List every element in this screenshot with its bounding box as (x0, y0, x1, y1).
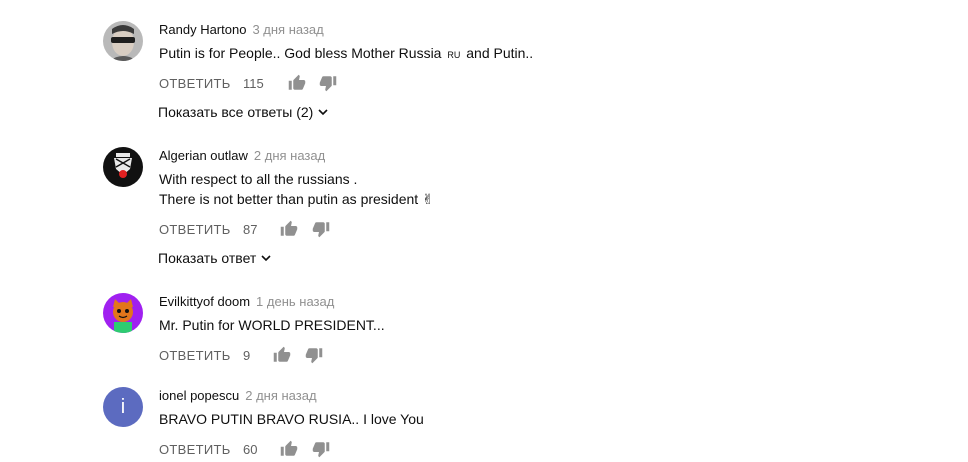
like-count: 87 (243, 222, 258, 237)
russia-flag-icon: RU (447, 50, 461, 60)
thumb-up-icon[interactable] (280, 440, 298, 458)
show-replies-button[interactable]: Показать ответ (158, 250, 271, 266)
reply-button[interactable]: ОТВЕТИТЬ (159, 76, 231, 91)
avatar[interactable] (103, 293, 143, 333)
comment-author[interactable]: ionel popescu (159, 388, 239, 403)
like-count: 60 (243, 442, 258, 457)
like-count: 115 (243, 76, 264, 91)
comment-header: Algerian outlaw 2 дня назад (159, 148, 325, 164)
reply-button[interactable]: ОТВЕТИТЬ (159, 222, 231, 237)
thumb-up-icon[interactable] (273, 346, 291, 364)
comment-author[interactable]: Algerian outlaw (159, 148, 248, 163)
avatar[interactable] (103, 21, 143, 61)
chevron-down-icon (318, 109, 328, 116)
chevron-down-icon (261, 255, 271, 262)
like-count: 9 (243, 348, 251, 363)
comment-text: With respect to all the russians . There… (159, 171, 434, 207)
comment-timestamp[interactable]: 2 дня назад (245, 388, 316, 403)
avatar[interactable] (103, 147, 143, 187)
comment-header: Randy Hartono 3 дня назад (159, 22, 324, 38)
thumb-down-icon[interactable] (312, 440, 330, 458)
thumb-down-icon[interactable] (319, 74, 337, 92)
comment-text: Putin is for People.. God bless Mother R… (159, 45, 534, 61)
comment-timestamp[interactable]: 3 дня назад (252, 22, 323, 37)
comment-timestamp[interactable]: 1 день назад (256, 294, 334, 309)
comment-header: ionel popescu 2 дня назад (159, 388, 317, 404)
comment-author[interactable]: Evilkittyof doom (159, 294, 250, 309)
avatar-letter: i (120, 396, 126, 418)
thumb-down-icon[interactable] (305, 346, 323, 364)
comment-author[interactable]: Randy Hartono (159, 22, 246, 37)
comment-text: BRAVO PUTIN BRAVO RUSIA.. I love You (159, 411, 424, 427)
reply-button[interactable]: ОТВЕТИТЬ (159, 442, 231, 457)
reply-button[interactable]: ОТВЕТИТЬ (159, 348, 231, 363)
comment-timestamp[interactable]: 2 дня назад (254, 148, 325, 163)
thumb-up-icon[interactable] (280, 220, 298, 238)
thumb-down-icon[interactable] (312, 220, 330, 238)
comment-text: Mr. Putin for WORLD PRESIDENT... (159, 317, 385, 333)
thumb-up-icon[interactable] (288, 74, 306, 92)
show-replies-button[interactable]: Показать все ответы (2) (158, 104, 328, 120)
avatar[interactable]: i (103, 387, 143, 427)
comment-header: Evilkittyof doom 1 день назад (159, 294, 334, 310)
